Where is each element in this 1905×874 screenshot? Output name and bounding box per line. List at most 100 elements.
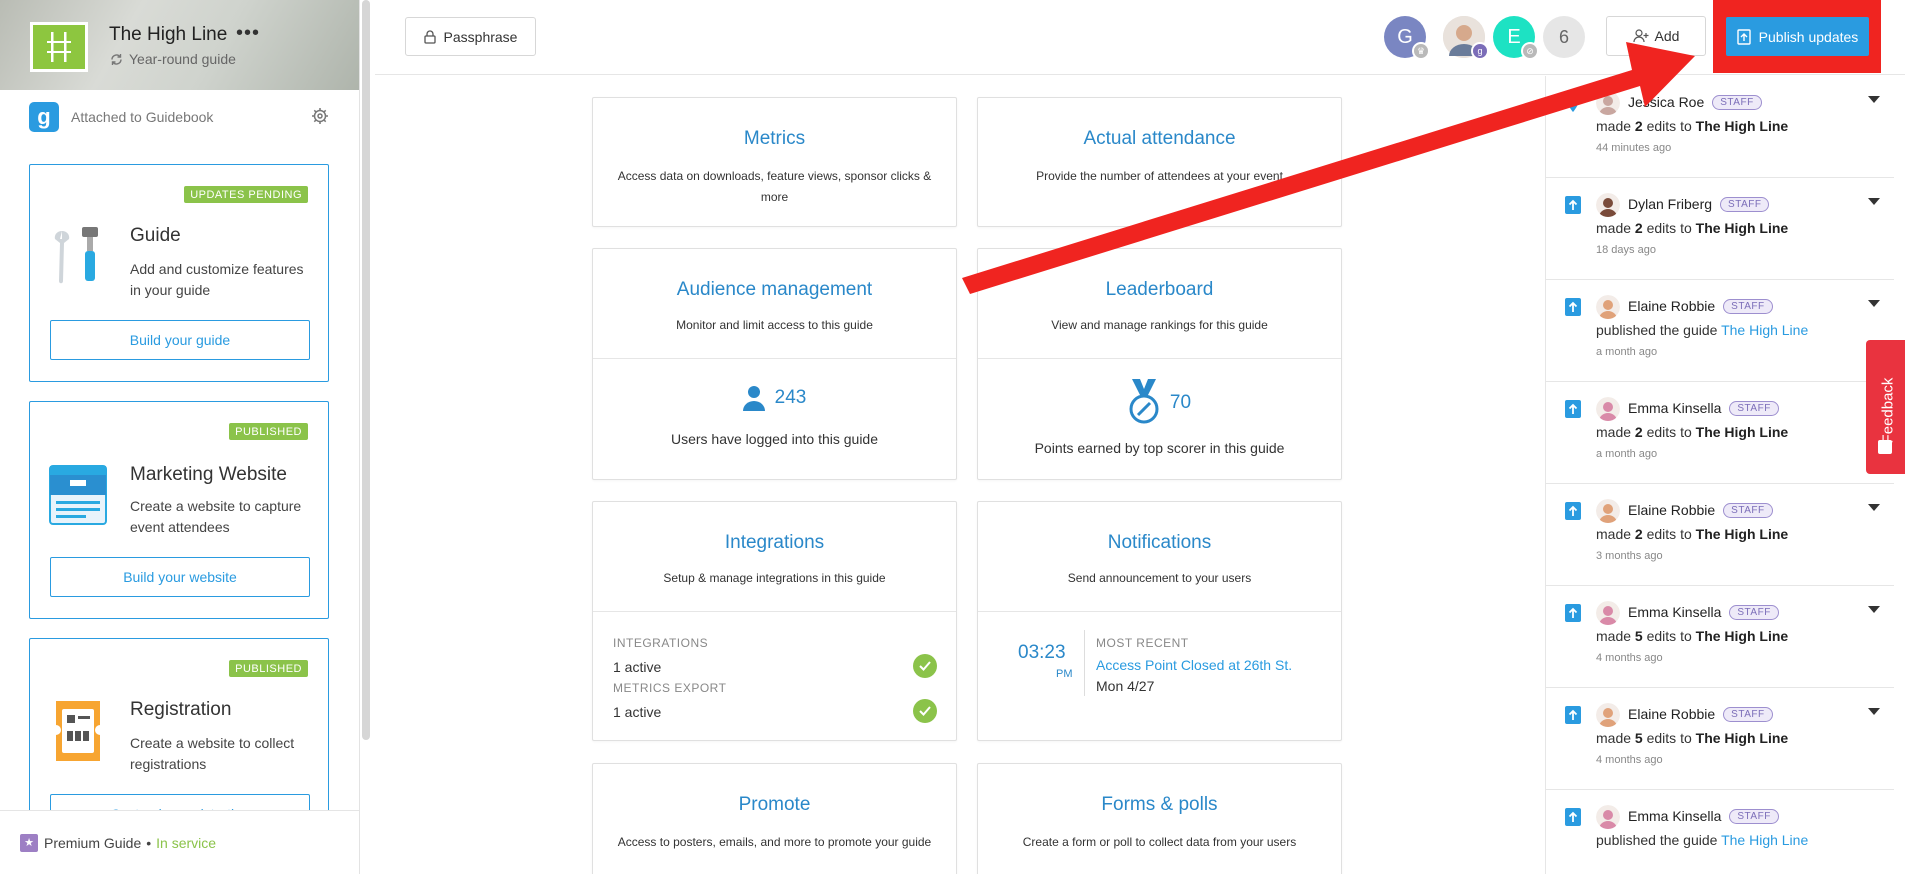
- user-name: Emma Kinsella STAFF: [1628, 400, 1779, 416]
- leaderboard-tile[interactable]: Leaderboard View and manage rankings for…: [977, 248, 1342, 480]
- crown-icon: ♛: [1412, 42, 1430, 60]
- audience-management-tile[interactable]: Audience management Monitor and limit ac…: [592, 248, 957, 480]
- forms-polls-tile[interactable]: Forms & polls Create a form or poll to c…: [977, 763, 1342, 874]
- activity-item[interactable]: Dylan Friberg STAFF made 2 edits to The Hi…: [1546, 178, 1894, 280]
- metrics-tile[interactable]: Metrics Access data on downloads, featur…: [592, 97, 957, 227]
- activity-item[interactable]: Emma Kinsella STAFF made 5 edits to The Hi…: [1546, 586, 1894, 688]
- staff-badge: STAFF: [1712, 94, 1762, 110]
- card-title: Marketing Website: [130, 464, 287, 485]
- chevron-down-icon[interactable]: [1868, 504, 1880, 511]
- activity-item[interactable]: Emma Kinsella STAFF made 2 edits to The Hi…: [1546, 382, 1894, 484]
- integrations-label: INTEGRATIONS: [613, 636, 709, 650]
- points-stat: 70: [978, 379, 1341, 427]
- feedback-label: Feedback: [1879, 377, 1897, 444]
- chevron-down-icon[interactable]: [1868, 96, 1880, 103]
- activity-item[interactable]: Jessica Roe STAFF made 2 edits to The High…: [1546, 76, 1894, 178]
- avatar-initial: G: [1397, 25, 1413, 48]
- more-options-icon[interactable]: •••: [236, 22, 260, 45]
- activity-item[interactable]: Elaine Robbie STAFF made 5 edits to The Hi…: [1546, 688, 1894, 790]
- user-name: Jessica Roe STAFF: [1628, 94, 1762, 110]
- guide-logo: [30, 22, 88, 72]
- card-title: Registration: [130, 699, 232, 720]
- tile-title: Audience management: [676, 279, 873, 300]
- activity-description: published the guide The High Line: [1596, 832, 1809, 848]
- build-guide-button[interactable]: Build your guide: [50, 320, 310, 360]
- avatar-e[interactable]: E ⊘: [1493, 16, 1539, 60]
- activity-description: made 5 edits to The High Line: [1596, 628, 1789, 644]
- user-name: Elaine Robbie STAFF: [1628, 298, 1773, 314]
- publish-highlight: Publish updates: [1713, 0, 1881, 73]
- avatar-g[interactable]: G ♛: [1384, 16, 1430, 60]
- activity-item[interactable]: Emma Kinsella STAFF published the guide Th…: [1546, 790, 1894, 874]
- user-avatar: [1596, 499, 1620, 523]
- stat-caption: Points earned by top scorer in this guid…: [1034, 440, 1285, 456]
- passphrase-button[interactable]: Passphrase: [405, 17, 536, 56]
- high-line-logo-icon: [47, 32, 71, 62]
- gear-icon[interactable]: [311, 107, 329, 125]
- divider: [593, 358, 956, 359]
- user-avatar: [1596, 703, 1620, 727]
- add-label: Add: [1654, 28, 1680, 44]
- user-avatar: [1596, 397, 1620, 421]
- chevron-down-icon[interactable]: [1868, 606, 1880, 613]
- activity-description: made 2 edits to The High Line: [1596, 118, 1789, 134]
- add-collaborator-button[interactable]: Add: [1606, 16, 1706, 56]
- most-recent-date: Mon 4/27: [1096, 678, 1155, 694]
- sidebar-scrollbar[interactable]: [362, 0, 370, 740]
- status-badge: PUBLISHED: [229, 423, 308, 440]
- activity-time: 4 months ago: [1596, 652, 1663, 664]
- staff-badge: STAFF: [1729, 808, 1779, 824]
- activity-description: made 2 edits to The High Line: [1596, 526, 1789, 542]
- plan-name: Premium Guide: [44, 834, 142, 851]
- notification-ampm: PM: [1056, 668, 1073, 680]
- guidebook-logo-icon: g: [29, 102, 59, 132]
- tile-title: Actual attendance: [1083, 128, 1236, 149]
- actual-attendance-tile[interactable]: Actual attendance Provide the number of …: [977, 97, 1342, 227]
- publish-icon: [1565, 604, 1581, 622]
- tile-title: Notifications: [1107, 532, 1212, 553]
- chevron-down-icon[interactable]: [1868, 300, 1880, 307]
- activity-time: 4 months ago: [1596, 754, 1663, 766]
- divider: [593, 611, 956, 612]
- chevron-down-icon[interactable]: [1868, 198, 1880, 205]
- activity-description: made 5 edits to The High Line: [1596, 730, 1789, 746]
- guide-title: The High Line: [109, 24, 228, 45]
- guide-subtitle: Year-round guide: [110, 51, 236, 67]
- chevron-down-icon[interactable]: [1868, 708, 1880, 715]
- feedback-tab[interactable]: Feedback: [1866, 340, 1905, 474]
- feedback-icon: [1878, 440, 1892, 454]
- tile-title: Leaderboard: [1105, 279, 1214, 300]
- avatar-initial: E: [1507, 25, 1521, 48]
- publish-icon: [1565, 400, 1581, 418]
- activity-description: made 2 edits to The High Line: [1596, 424, 1789, 440]
- guide-card: UPDATES PENDING Guide Add and customize …: [29, 164, 329, 382]
- activity-feed: Jessica Roe STAFF made 2 edits to The High…: [1545, 76, 1905, 874]
- notifications-tile[interactable]: Notifications Send announcement to your …: [977, 501, 1342, 741]
- activity-item[interactable]: Elaine Robbie STAFF made 2 edits to The Hi…: [1546, 484, 1894, 586]
- tools-icon: [54, 227, 98, 284]
- activity-item[interactable]: Elaine Robbie STAFF published the guide Th…: [1546, 280, 1894, 382]
- marketing-website-card: PUBLISHED Marketing Website Create a web…: [29, 401, 329, 619]
- integrations-tile[interactable]: Integrations Setup & manage integrations…: [592, 501, 957, 741]
- guide-subtitle-text: Year-round guide: [129, 51, 236, 67]
- tile-description: Access data on downloads, feature views,…: [617, 169, 932, 204]
- activity-time: 44 minutes ago: [1596, 142, 1672, 154]
- promote-tile[interactable]: Promote Access to posters, emails, and m…: [592, 763, 957, 874]
- publish-label: Publish updates: [1758, 28, 1859, 45]
- activity-time: a month ago: [1596, 346, 1658, 358]
- check-icon: [913, 654, 937, 678]
- user-name: Elaine Robbie STAFF: [1628, 502, 1773, 518]
- publish-icon: [1565, 808, 1581, 826]
- user-avatar: [1596, 601, 1620, 625]
- publish-updates-button[interactable]: Publish updates: [1726, 17, 1869, 56]
- notification-time: 03:23: [1018, 642, 1066, 663]
- build-website-button[interactable]: Build your website: [50, 557, 310, 597]
- tile-title: Integrations: [724, 532, 825, 553]
- separator: •: [146, 834, 152, 851]
- publish-icon: [1565, 502, 1581, 520]
- more-collaborators[interactable]: 6: [1543, 16, 1585, 58]
- most-recent-title[interactable]: Access Point Closed at 26th St.: [1096, 657, 1292, 673]
- avatar-photo[interactable]: g: [1443, 16, 1489, 60]
- user-name: Elaine Robbie STAFF: [1628, 706, 1773, 722]
- user-icon: [742, 386, 765, 411]
